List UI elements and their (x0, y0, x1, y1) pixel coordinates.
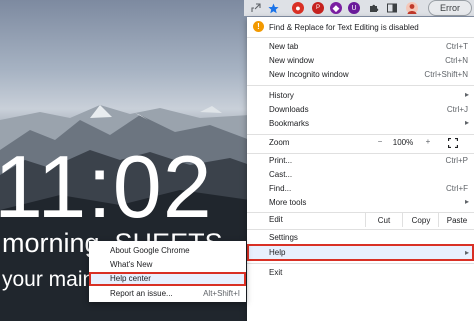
menu-item-new-incognito[interactable]: New Incognito window Ctrl+Shift+N (247, 68, 474, 82)
menu-item-shortcut: Ctrl+P (445, 156, 468, 165)
menu-item-label: Zoom (269, 138, 290, 147)
menu-item-label: Downloads (269, 105, 309, 114)
menu-item-label: Help center (110, 274, 151, 283)
menu-item-print[interactable]: Print... Ctrl+P (247, 154, 474, 168)
submenu-item-about[interactable]: About Google Chrome (89, 245, 246, 257)
submenu-item-whats-new[interactable]: What's New (89, 259, 246, 271)
menu-item-history[interactable]: History ▸ (247, 89, 474, 103)
menu-item-label: History (269, 91, 294, 100)
menu-item-label: Print... (269, 156, 293, 165)
menu-item-label: Bookmarks (269, 119, 310, 128)
profile-error-button[interactable]: Error (428, 0, 472, 16)
menu-item-label: Cast... (269, 170, 293, 179)
menu-item-label: New Incognito window (269, 70, 349, 79)
divider (247, 37, 474, 38)
menu-item-new-tab[interactable]: New tab Ctrl+T (247, 40, 474, 54)
extension-purple-icon[interactable]: ◆ (330, 2, 342, 14)
menu-item-label: Exit (269, 268, 283, 277)
help-submenu: About Google Chrome What's New Help cent… (89, 241, 246, 302)
zoom-out-button[interactable]: − (373, 137, 387, 146)
extension-pdf-icon[interactable]: P (312, 2, 324, 14)
chevron-right-icon: ▸ (464, 90, 469, 99)
menu-item-new-window[interactable]: New window Ctrl+N (247, 54, 474, 68)
chrome-main-menu: ! Find & Replace for Text Editing is dis… (247, 17, 474, 321)
menu-item-cast[interactable]: Cast... (247, 168, 474, 182)
menu-item-help[interactable]: Help ▸ (247, 244, 474, 261)
menu-item-shortcut: Ctrl+T (446, 42, 468, 51)
menu-item-label: About Google Chrome (110, 246, 190, 255)
submenu-item-help-center[interactable]: Help center (89, 272, 246, 286)
menu-item-shortcut: Ctrl+N (445, 56, 468, 65)
menu-item-label: New window (269, 56, 314, 65)
bookmark-star-icon[interactable] (267, 2, 279, 14)
copy-button[interactable]: Copy (402, 213, 439, 227)
menu-item-edit: Edit Cut Copy Paste (247, 213, 474, 227)
fullscreen-icon[interactable] (447, 137, 459, 149)
profile-avatar[interactable] (406, 2, 418, 14)
menu-item-label: New tab (269, 42, 299, 51)
menu-item-shortcut: Ctrl+Shift+N (424, 70, 468, 79)
divider (247, 263, 474, 264)
menu-item-more-tools[interactable]: More tools ▸ (247, 196, 474, 210)
paste-button[interactable]: Paste (438, 213, 474, 227)
menu-item-label: Find... (269, 184, 292, 193)
clock-time: 11:02 (0, 137, 213, 236)
menu-item-shortcut: Ctrl+J (446, 105, 468, 114)
menu-item-exit[interactable]: Exit (247, 266, 474, 280)
cut-button[interactable]: Cut (365, 213, 402, 227)
extension-u-icon[interactable]: U (348, 2, 360, 14)
menu-item-shortcut: Ctrl+F (446, 184, 468, 193)
zoom-level: 100% (392, 138, 414, 147)
warning-icon: ! (253, 21, 264, 32)
divider (247, 229, 474, 230)
menu-item-settings[interactable]: Settings (247, 231, 474, 245)
menu-item-find[interactable]: Find... Ctrl+F (247, 182, 474, 196)
menu-item-label: Report an issue... (110, 289, 173, 298)
sidebar-icon[interactable] (386, 2, 398, 14)
extension-red-icon[interactable]: ● (292, 2, 304, 14)
chevron-right-icon: ▸ (464, 197, 469, 206)
menu-item-zoom: Zoom − 100% + (247, 136, 474, 150)
zoom-in-button[interactable]: + (421, 137, 435, 146)
menu-item-label: Edit (269, 215, 283, 224)
submenu-item-report-issue[interactable]: Report an issue... Alt+Shift+I (89, 288, 246, 300)
divider (247, 85, 474, 86)
menu-item-label: Settings (269, 233, 298, 242)
warning-label: Find & Replace for Text Editing is disab… (269, 23, 419, 32)
chevron-right-icon: ▸ (464, 118, 469, 127)
menu-item-label: What's New (110, 260, 153, 269)
chevron-right-icon: ▸ (464, 248, 469, 257)
extension-warning[interactable]: ! Find & Replace for Text Editing is dis… (247, 17, 474, 37)
menu-item-shortcut: Alt+Shift+I (203, 289, 240, 298)
menu-item-bookmarks[interactable]: Bookmarks ▸ (247, 117, 474, 131)
share-icon[interactable] (250, 2, 262, 14)
menu-item-label: More tools (269, 198, 307, 207)
menu-item-downloads[interactable]: Downloads Ctrl+J (247, 103, 474, 117)
puzzle-icon[interactable] (368, 2, 380, 14)
divider (247, 134, 474, 135)
error-label: Error (440, 3, 460, 13)
menu-item-label: Help (269, 248, 286, 257)
